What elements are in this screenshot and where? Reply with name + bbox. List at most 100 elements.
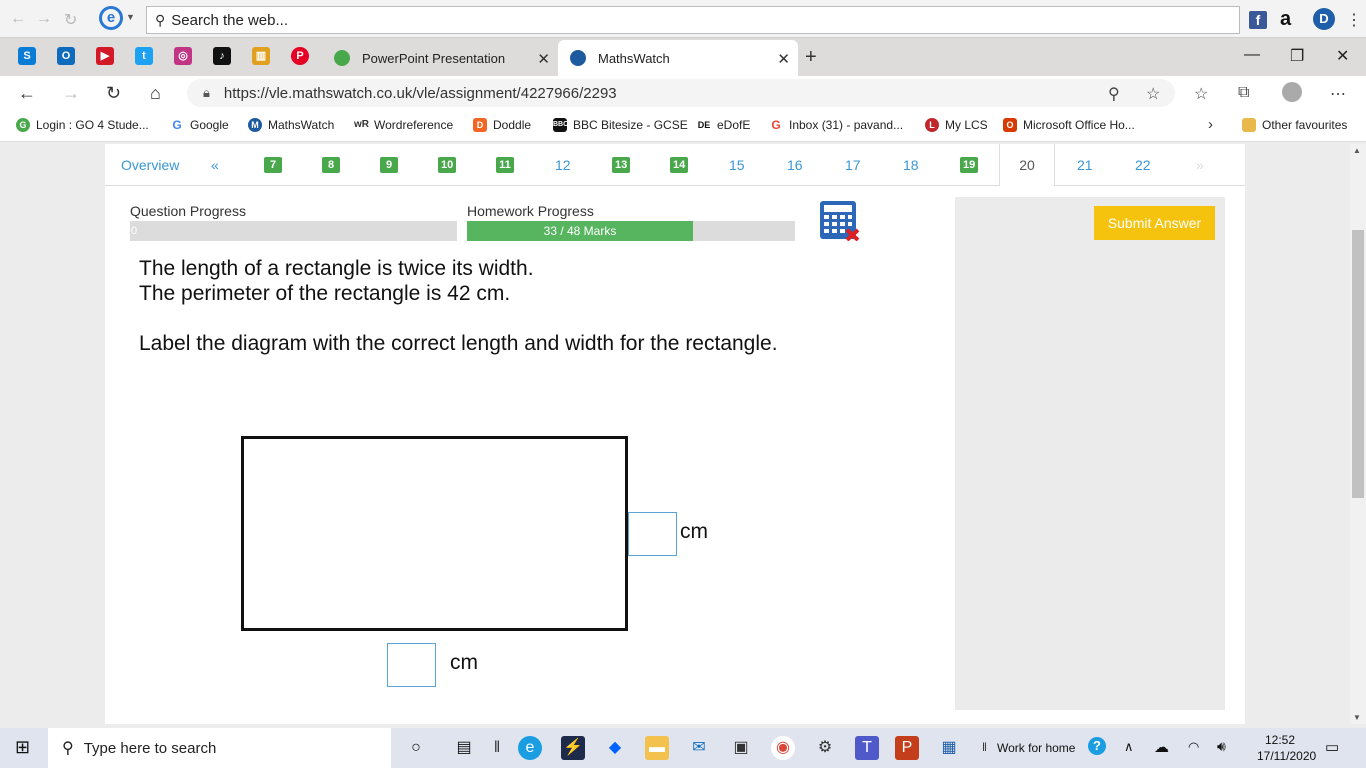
tab-powerpoint[interactable]: PowerPoint Presentation ✕ [322,40,558,76]
forward-icon[interactable]: → [62,83,80,104]
facebook-icon[interactable]: f [1249,11,1267,29]
question-nav-17[interactable]: 17 [845,157,861,173]
rectangle-diagram [241,436,628,631]
settings-gear-icon[interactable]: ⚙ [813,736,837,760]
question-nav-9[interactable]: 9 [380,157,398,173]
chevron-down-icon[interactable]: ▼ [126,12,135,22]
web-search-box[interactable]: ⚲ Search the web... [146,6,1240,34]
question-nav-current[interactable]: 20 [999,144,1055,186]
other-favourites[interactable]: Other favourites [1242,118,1347,132]
favourite-item[interactable]: wR Wordreference [354,118,453,132]
scroll-up-icon[interactable]: ▲ [1353,146,1361,155]
prev-questions-link[interactable]: « [211,157,219,173]
cortana-icon[interactable]: ○ [404,736,428,760]
outlook-pinned-tab[interactable]: O [57,47,75,65]
calculator-app-icon[interactable]: ▦ [937,736,961,760]
favourite-item[interactable]: BBC BBC Bitesize - GCSE [553,118,688,132]
favourite-item[interactable]: G Inbox (31) - pavand... [769,118,903,132]
chevron-up-icon[interactable]: ∧ [1124,739,1134,755]
pinterest-pinned-tab[interactable]: P [291,47,309,65]
scrollbar-thumb[interactable] [1352,230,1364,498]
next-questions-link[interactable]: » [1196,157,1204,173]
question-nav-7[interactable]: 7 [264,157,282,173]
task-view-icon[interactable]: ▤ [452,736,476,760]
calculator-icon[interactable] [820,201,860,241]
back-icon[interactable]: ← [10,10,26,28]
address-bar[interactable]: 🔒︎ https://vle.mathswatch.co.uk/vle/assi… [187,79,1175,107]
skype-pinned-tab[interactable]: S [18,47,36,65]
twitter-pinned-tab[interactable]: t [135,47,153,65]
close-window-icon[interactable]: ✕ [1336,46,1349,66]
question-nav-12[interactable]: 12 [555,157,571,173]
home-icon[interactable]: ⌂ [150,83,161,104]
star-icon[interactable]: ☆ [1146,84,1160,104]
volume-icon[interactable]: 🔊︎ [1217,738,1226,755]
tiktok-pinned-tab[interactable]: ♪ [213,47,231,65]
question-nav-16[interactable]: 16 [787,157,803,173]
wifi-icon[interactable]: ◠ [1188,739,1199,755]
width-answer-input[interactable] [387,643,436,687]
taskbar-divider-icon: ‖ [493,739,501,756]
chevron-right-icon[interactable]: › [1208,116,1213,133]
more-vertical-icon[interactable]: ⋮ [1346,10,1362,30]
question-nav-8[interactable]: 8 [322,157,340,173]
favourite-item[interactable]: D Doddle [473,118,531,132]
refresh-icon[interactable]: ↻ [106,83,121,104]
more-icon[interactable]: ⋯ [1330,84,1346,104]
chart-pinned-tab[interactable]: ▥ [252,47,270,65]
close-icon[interactable]: ✕ [777,50,790,68]
favourite-item[interactable]: G Login : GO 4 Stude... [16,118,149,132]
scroll-down-icon[interactable]: ▼ [1353,713,1361,722]
favourite-item[interactable]: O Microsoft Office Ho... [1003,118,1135,132]
onedrive-icon[interactable]: ☁ [1154,738,1169,756]
new-tab-icon[interactable]: + [805,46,817,69]
powerpoint-icon[interactable]: P [895,736,919,760]
minimize-icon[interactable]: — [1244,46,1260,64]
store-icon[interactable]: ▣ [729,736,753,760]
favourite-item[interactable]: M MathsWatch [248,118,334,132]
chrome-icon[interactable]: ◉ [771,736,795,760]
question-nav-19[interactable]: 19 [960,157,979,173]
submit-answer-button[interactable]: Submit Answer [1094,206,1215,240]
instagram-pinned-tab[interactable]: ◎ [174,47,192,65]
tab-mathswatch[interactable]: MathsWatch ✕ [558,40,798,76]
refresh-icon[interactable]: ↻ [64,10,77,30]
youtube-pinned-tab[interactable]: ▶ [96,47,114,65]
height-answer-input[interactable] [628,512,677,556]
dropbox-icon[interactable]: ◆ [603,736,627,760]
edge-icon[interactable]: e [518,736,542,760]
restore-icon[interactable]: ❐ [1290,46,1304,66]
question-nav-11[interactable]: 11 [496,157,514,173]
teams-icon[interactable]: T [855,736,879,760]
profile-icon[interactable] [1282,82,1302,102]
terminal-icon[interactable]: ⚡ [561,736,585,760]
close-icon[interactable]: ✕ [537,50,550,68]
zoom-icon[interactable]: ⚲ [1108,84,1120,104]
help-icon[interactable]: ? [1088,737,1106,755]
notifications-icon[interactable]: ▭ [1325,738,1339,756]
back-icon[interactable]: ← [18,83,36,104]
favourite-item[interactable]: G Google [170,118,229,132]
question-nav-21[interactable]: 21 [1077,157,1093,173]
amazon-icon[interactable]: a [1280,8,1291,31]
favourite-item[interactable]: L My LCS [925,118,988,132]
d-extension-icon[interactable]: D [1313,8,1335,30]
question-nav-13[interactable]: 13 [612,157,631,173]
question-nav-18[interactable]: 18 [903,157,919,173]
work-for-home-toolbar[interactable]: Work for home [997,741,1075,755]
favourite-item[interactable]: DE eDofE [697,118,750,132]
file-explorer-icon[interactable]: ▬ [645,736,669,760]
taskbar-search[interactable]: ⚲ Type here to search [48,728,391,768]
windows-start-icon[interactable]: ⊞ [15,737,30,758]
overview-link[interactable]: Overview [121,157,179,173]
mail-icon[interactable]: ✉ [687,736,711,760]
collections-icon[interactable]: ⧉ [1238,84,1249,102]
taskbar-clock[interactable]: 12:52 17/11/2020 [1257,732,1316,764]
internet-explorer-icon[interactable]: e [99,6,123,30]
question-nav-22[interactable]: 22 [1135,157,1151,173]
question-nav-14[interactable]: 14 [670,157,689,173]
question-nav-15[interactable]: 15 [729,157,745,173]
forward-icon[interactable]: → [36,10,52,28]
question-nav-10[interactable]: 10 [438,157,457,173]
favourites-icon[interactable]: ☆ [1194,84,1208,104]
